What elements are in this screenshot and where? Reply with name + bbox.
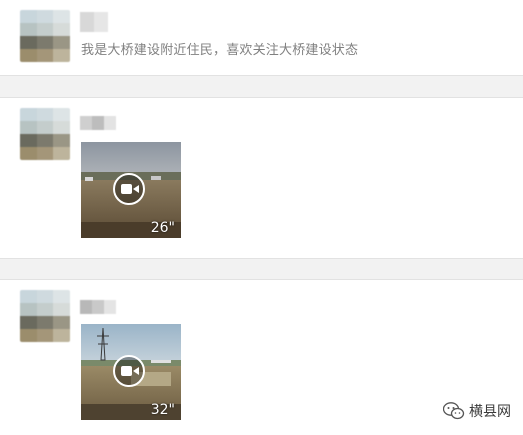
username[interactable] bbox=[80, 300, 116, 314]
avatar[interactable] bbox=[20, 290, 70, 342]
avatar[interactable] bbox=[20, 108, 70, 160]
comment-card: 26" bbox=[0, 97, 523, 259]
watermark-label: 横县网 bbox=[469, 404, 511, 420]
avatar[interactable] bbox=[20, 10, 70, 62]
video-duration: 32" bbox=[150, 402, 175, 418]
video-play-button[interactable] bbox=[113, 173, 145, 205]
watermark: 横县网 bbox=[442, 401, 511, 421]
video-thumbnail[interactable]: 32" bbox=[81, 324, 181, 420]
video-duration: 26" bbox=[150, 220, 175, 236]
comment-text: 我是大桥建设附近住民，喜欢关注大桥建设状态 bbox=[81, 43, 359, 58]
video-camera-icon bbox=[121, 184, 139, 194]
username[interactable] bbox=[80, 116, 116, 130]
username[interactable] bbox=[80, 12, 108, 32]
video-camera-icon bbox=[121, 366, 139, 376]
video-play-button[interactable] bbox=[113, 355, 145, 387]
video-thumbnail[interactable]: 26" bbox=[81, 142, 181, 238]
wechat-logo-icon bbox=[442, 401, 465, 421]
comment-card: 我是大桥建设附近住民，喜欢关注大桥建设状态 bbox=[0, 0, 523, 76]
